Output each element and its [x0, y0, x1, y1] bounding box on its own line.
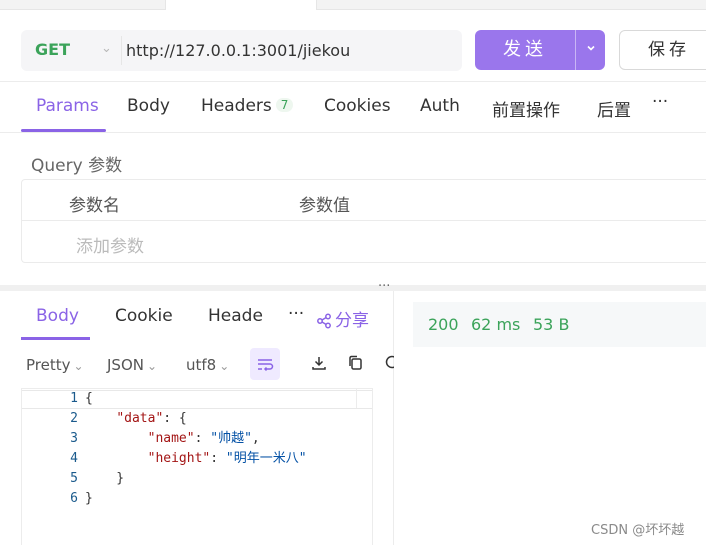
tab-response-header[interactable]: Header — [208, 306, 264, 326]
chevron-down-icon: ⌄ — [219, 359, 230, 373]
share-icon — [317, 313, 331, 329]
line-number: 5 — [70, 471, 78, 486]
code-text: { — [85, 391, 93, 406]
copy-icon[interactable] — [346, 354, 364, 372]
divider — [393, 291, 394, 545]
tab-headers[interactable]: Headers 7 — [201, 96, 294, 116]
param-name-header: 参数名 — [69, 196, 120, 216]
drag-handle-icon[interactable]: ··· — [378, 279, 390, 294]
chevron-down-icon — [586, 45, 595, 51]
table-header-row: 参数名 参数值 — [22, 180, 706, 221]
status-code: 200 — [428, 315, 459, 334]
encoding-select[interactable]: utf8 ⌄ — [186, 356, 229, 374]
share-button[interactable]: 分享 — [316, 306, 369, 331]
top-tab[interactable] — [316, 0, 706, 10]
headers-count-badge: 7 — [275, 98, 294, 112]
code-text: } — [85, 491, 93, 506]
more-icon[interactable]: ··· — [288, 304, 304, 324]
search-icon[interactable] — [384, 354, 394, 372]
download-icon[interactable] — [310, 354, 328, 372]
format-type-select[interactable]: JSON ⌄ — [107, 356, 157, 374]
chevron-down-icon: ⌄ — [73, 359, 84, 373]
code-text: } — [85, 471, 125, 486]
tab-response-body[interactable]: Body — [36, 306, 79, 326]
method-select[interactable]: GET — [35, 40, 70, 59]
send-button[interactable]: 发送 — [475, 30, 575, 70]
line-number: 2 — [70, 411, 78, 426]
request-tabs: Params Body Headers 7 Cookies Auth 前置操作 后… — [21, 88, 706, 132]
query-section-label: Query 参数 — [31, 156, 123, 176]
format-type-label: JSON — [107, 356, 144, 374]
response-status-bar: 200 62 ms 53 B — [413, 302, 706, 347]
url-bar: GET ⌄ http://127.0.0.1:3001/jiekou — [21, 30, 462, 71]
line-number: 3 — [70, 431, 78, 446]
code-text: "name": "帅越", — [147, 431, 260, 446]
line-number: 6 — [70, 491, 78, 506]
divider — [121, 36, 122, 65]
watermark: CSDN @坏坏越 — [591, 523, 685, 538]
view-mode-label: Pretty — [26, 356, 71, 374]
send-options-button[interactable] — [575, 30, 605, 70]
encoding-label: utf8 — [186, 356, 217, 374]
tab-post-request[interactable]: 后置 — [597, 96, 631, 121]
word-wrap-button[interactable] — [250, 348, 280, 380]
tab-pre-request[interactable]: 前置操作 — [492, 96, 560, 121]
tab-cookies[interactable]: Cookies — [324, 96, 391, 116]
param-value-header: 参数值 — [299, 196, 350, 216]
chevron-down-icon[interactable]: ⌄ — [101, 41, 112, 56]
response-size: 53 B — [533, 315, 570, 334]
line-number: 1 — [70, 391, 78, 406]
code-text: "height": "明年一米八" — [147, 451, 307, 466]
scrollbar[interactable] — [356, 389, 372, 408]
panel-splitter[interactable] — [0, 285, 706, 291]
line-number: 4 — [70, 451, 78, 466]
tab-body[interactable]: Body — [127, 96, 170, 116]
top-tab[interactable] — [0, 0, 166, 10]
active-tab-indicator — [21, 337, 90, 340]
add-param-input[interactable]: 添加参数 — [76, 232, 144, 257]
tab-response-cookie[interactable]: Cookie — [115, 306, 173, 326]
save-button[interactable]: 保存 — [619, 30, 706, 70]
chevron-down-icon: ⌄ — [146, 359, 158, 373]
tab-auth[interactable]: Auth — [420, 96, 460, 116]
more-tabs-icon[interactable]: ··· — [652, 92, 668, 112]
wrap-icon — [258, 359, 274, 372]
tab-params[interactable]: Params — [36, 96, 99, 116]
query-params-table: 参数名 参数值 添加参数 — [21, 179, 706, 263]
url-input[interactable]: http://127.0.0.1:3001/jiekou — [126, 41, 350, 60]
divider — [0, 81, 706, 82]
share-label: 分享 — [335, 311, 369, 331]
divider — [0, 132, 706, 133]
view-mode-select[interactable]: Pretty ⌄ — [26, 356, 84, 374]
tab-headers-label: Headers — [201, 96, 272, 116]
code-text: "data": { — [116, 411, 187, 426]
response-time: 62 ms — [471, 315, 521, 334]
